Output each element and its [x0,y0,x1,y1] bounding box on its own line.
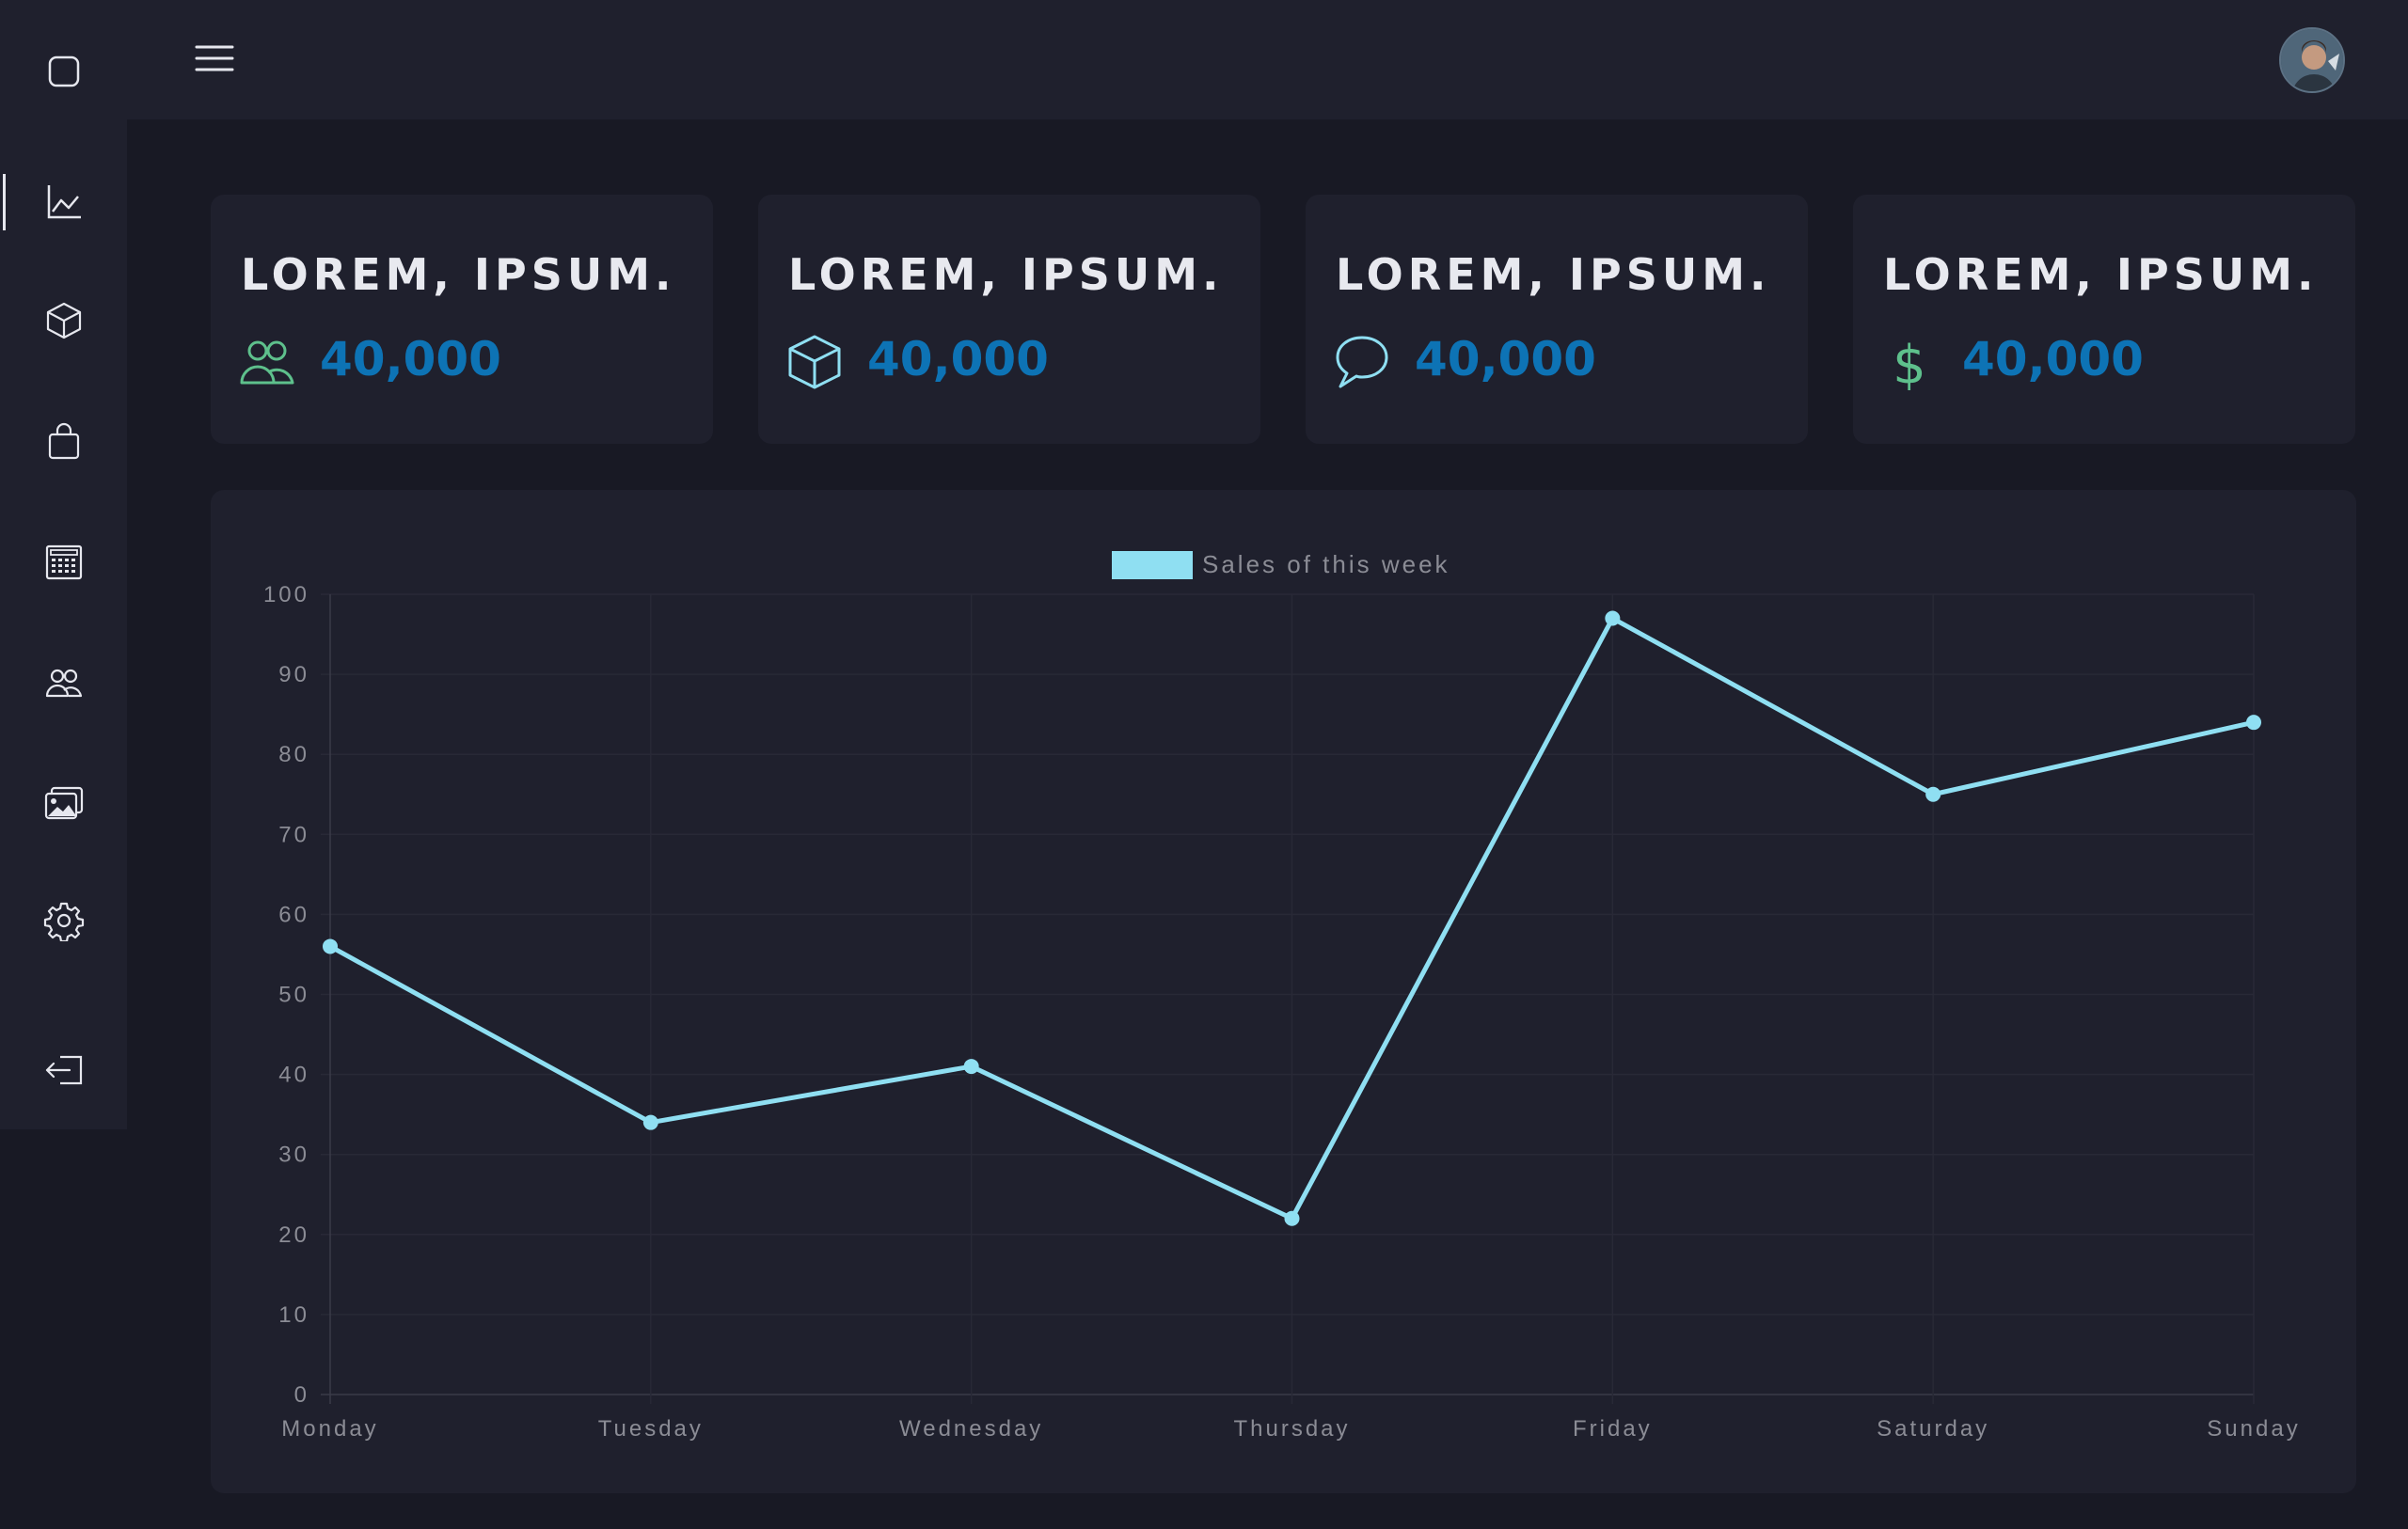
dollar-icon: $ [1881,334,1938,396]
sales-chart-panel: 0 10 20 30 40 50 60 70 80 90 100 Monday Tuesday Wedne… [211,490,2356,1493]
users-icon [45,669,82,698]
square-logo-icon [48,55,79,87]
card-title: LOREM, IPSUM. [241,249,676,300]
y-tick-label: 30 [278,1143,309,1168]
sidebar-item-settings[interactable] [0,883,127,958]
y-tick-label: 50 [278,983,309,1008]
y-tick-label: 90 [278,662,309,687]
y-tick-label: 40 [278,1063,309,1088]
card-title: LOREM, IPSUM. [1336,249,1771,300]
y-tick-label: 80 [278,742,309,767]
sidebar-item-analytics[interactable] [0,165,127,240]
card-title: LOREM, IPSUM. [1883,249,2319,300]
x-tick-label: Monday [281,1416,378,1442]
data-point [2246,715,2261,731]
sidebar [0,0,127,1129]
x-tick-label: Sunday [2207,1416,2300,1442]
cube-icon [46,302,81,339]
card-title: LOREM, IPSUM. [788,249,1224,300]
legend-label: Sales of this week [1202,550,1450,578]
top-bar [127,0,2408,119]
card-value: 40,000 [1415,332,1596,386]
x-tick-label: Wednesday [899,1416,1043,1442]
users-icon [239,334,295,390]
sales-line-chart: 0 10 20 30 40 50 60 70 80 90 100 Monday Tuesday Wedne… [263,550,2300,1442]
card-value: 40,000 [1962,332,2144,386]
user-avatar[interactable] [2279,27,2345,93]
legend-swatch [1112,551,1193,579]
stat-card: LOREM, IPSUM. 40,000 [758,195,1260,444]
line-chart-icon [47,185,81,219]
stat-card: LOREM, IPSUM. 40,000 [1306,195,1808,444]
y-tick-label: 10 [278,1302,309,1328]
y-tick-label: 0 [294,1382,309,1408]
stat-card: LOREM, IPSUM. $ 40,000 [1853,195,2355,444]
y-tick-label: 100 [263,582,309,607]
x-tick-label: Friday [1573,1416,1653,1442]
sidebar-item-products[interactable] [0,283,127,358]
y-tick-label: 20 [278,1222,309,1248]
hamburger-icon [195,45,234,71]
shopping-bag-icon [48,422,79,460]
sidebar-item-home[interactable] [0,34,127,109]
sidebar-item-calculator[interactable] [0,525,127,600]
sidebar-item-gallery[interactable] [0,765,127,841]
gear-icon [43,902,84,941]
data-point [642,1114,658,1130]
sidebar-item-logout[interactable] [0,1032,127,1108]
images-icon [44,786,83,820]
chart-legend: Sales of this week [1112,550,1450,579]
x-tick-label: Thursday [1233,1416,1350,1442]
x-tick-label: Saturday [1877,1416,1989,1442]
y-tick-label: 70 [278,822,309,847]
chat-bubble-icon [1334,334,1390,390]
calculator-icon [45,544,82,580]
y-tick-label: 60 [278,902,309,927]
svg-text:$: $ [1893,335,1926,390]
logout-icon [45,1055,82,1085]
cube-icon [786,334,843,390]
chart-grid [321,593,2255,1404]
data-point [1925,786,1941,802]
card-value: 40,000 [320,332,501,386]
x-tick-label: Tuesday [598,1416,704,1442]
stat-card: LOREM, IPSUM. 40,000 [211,195,713,444]
data-point [963,1059,979,1075]
sidebar-item-users[interactable] [0,645,127,720]
card-value: 40,000 [867,332,1049,386]
chart-axes: 0 10 20 30 40 50 60 70 80 90 100 Monday Tuesday Wedne… [263,582,2300,1442]
data-point [323,938,338,954]
data-point [1605,610,1621,626]
data-point [1284,1210,1300,1226]
sidebar-item-orders[interactable] [0,404,127,480]
menu-button[interactable] [193,38,236,79]
